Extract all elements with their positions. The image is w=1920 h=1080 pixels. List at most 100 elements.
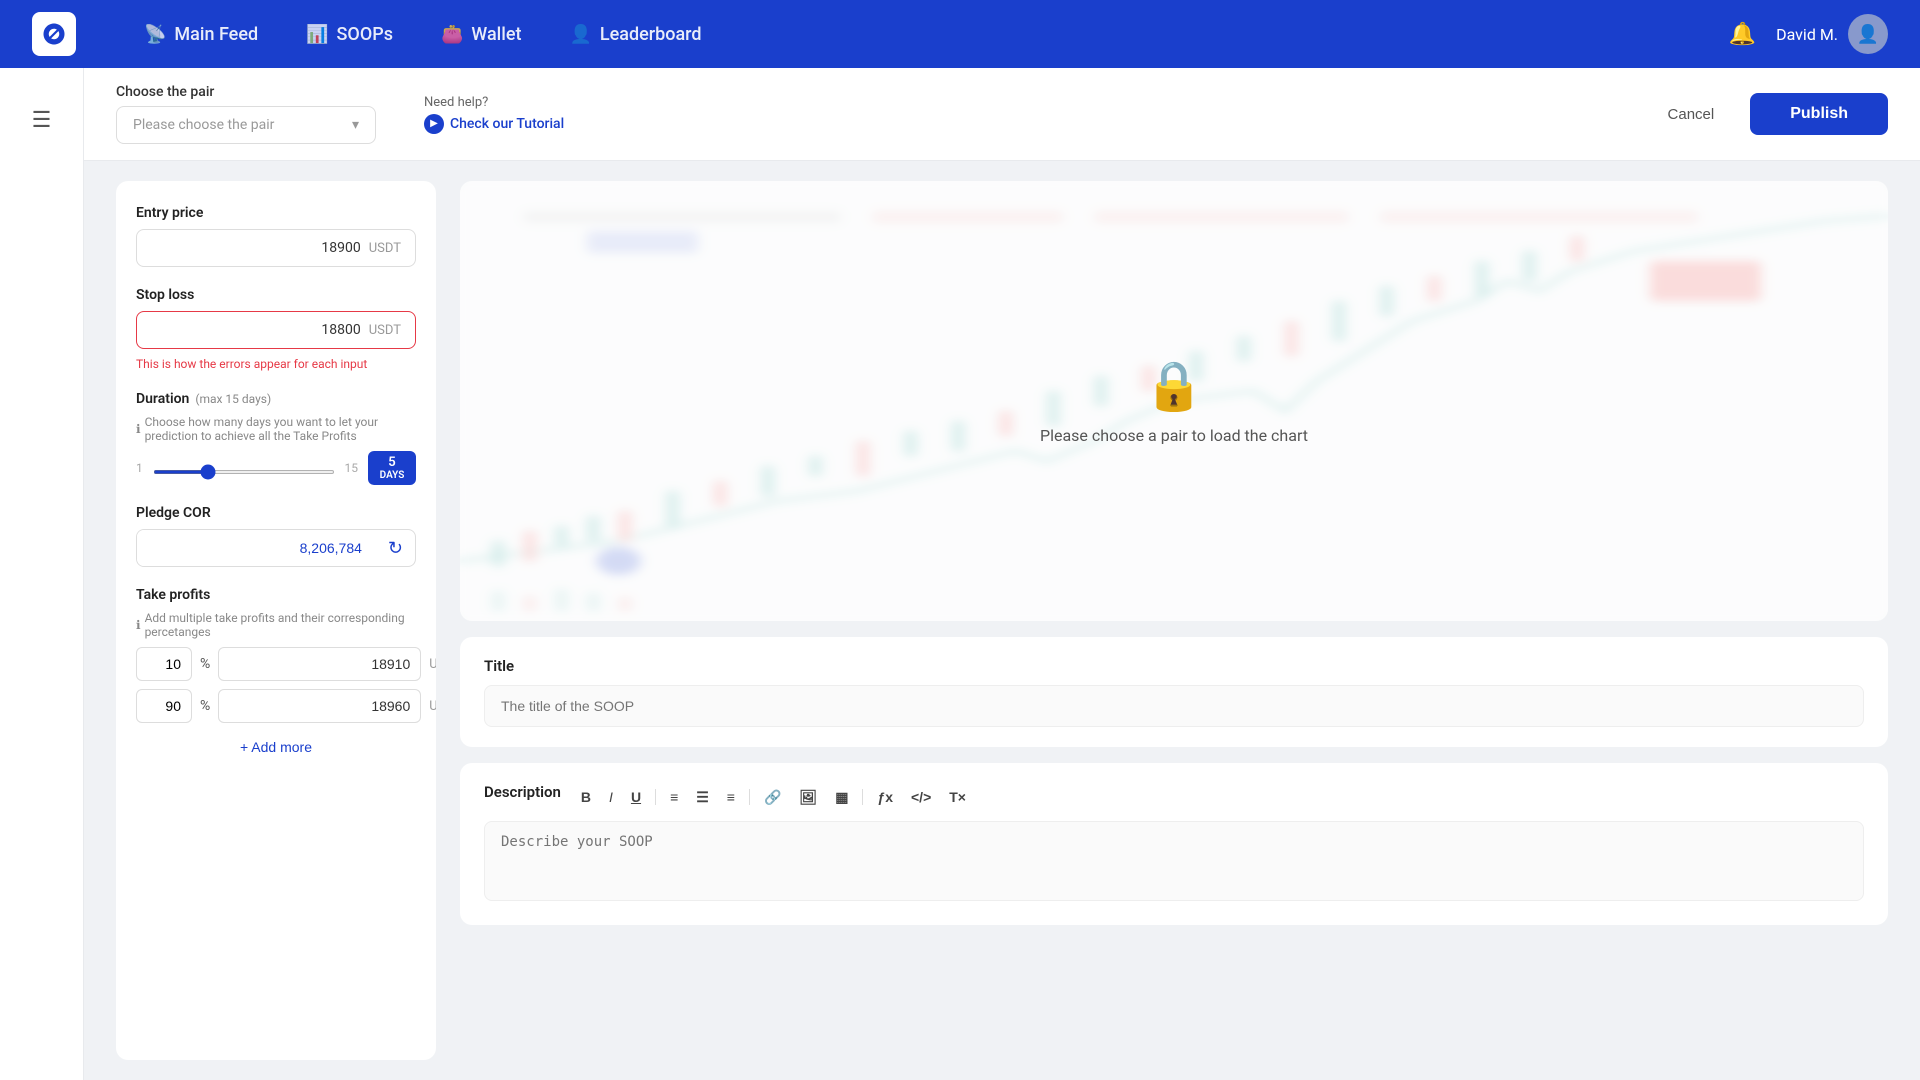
tp-percent-input-1[interactable] xyxy=(136,647,192,681)
nav-item-wallet[interactable]: 👛 Wallet xyxy=(421,16,542,53)
play-icon: ▶ xyxy=(424,114,444,134)
pledge-cor-input[interactable] xyxy=(137,530,376,566)
user-name: David M. xyxy=(1776,25,1838,44)
toolbar-italic-button[interactable]: I xyxy=(605,787,617,807)
entry-price-value: 18900 xyxy=(321,240,360,256)
entry-price-label: Entry price xyxy=(136,205,416,221)
nav-items: 📡 Main Feed 📊 SOOPs 👛 Wallet 👤 Leaderboa… xyxy=(124,16,1689,53)
entry-price-input[interactable]: 18900 USDT xyxy=(136,229,416,267)
left-panel: Entry price 18900 USDT Stop loss 18800 U… xyxy=(116,181,436,1060)
help-label: Need help? xyxy=(424,95,564,110)
nav-item-soops[interactable]: 📊 SOOPs xyxy=(286,16,413,53)
slider-max-label: 15 xyxy=(345,461,359,475)
toolbar-code-button[interactable]: </> xyxy=(907,787,935,807)
page-wrapper: Choose the pair Please choose the pair ▾… xyxy=(84,68,1920,1080)
tp-currency-1: USDT xyxy=(429,657,436,672)
toolbar-link-button[interactable]: 🔗 xyxy=(760,787,785,808)
toolbar-bold-button[interactable]: B xyxy=(577,787,595,807)
tp-percent-input-2[interactable] xyxy=(136,689,192,723)
toolbar-clear-button[interactable]: T× xyxy=(945,787,970,807)
help-section: Need help? ▶ Check our Tutorial xyxy=(424,95,564,134)
tutorial-link[interactable]: ▶ Check our Tutorial xyxy=(424,114,564,134)
pledge-refresh-button[interactable]: ↻ xyxy=(376,538,415,559)
title-section-label: Title xyxy=(484,657,1864,675)
pledge-cor-input-wrapper: ↻ xyxy=(136,529,416,567)
pair-label: Choose the pair xyxy=(116,84,376,100)
navbar-right: 🔔 David M. 👤 xyxy=(1729,14,1888,54)
user-menu[interactable]: David M. 👤 xyxy=(1776,14,1888,54)
person-icon: 👤 xyxy=(569,24,591,45)
title-input[interactable] xyxy=(484,685,1864,727)
toolbar-underline-button[interactable]: U xyxy=(627,787,645,807)
stop-loss-currency: USDT xyxy=(369,323,401,338)
entry-price-currency: USDT xyxy=(369,241,401,256)
info-icon: ℹ xyxy=(136,422,141,436)
pair-select-placeholder: Please choose the pair xyxy=(133,117,274,133)
entry-price-group: Entry price 18900 USDT xyxy=(136,205,416,267)
main-content: ☰ Choose the pair Please choose the pair… xyxy=(0,68,1920,1080)
app-logo[interactable] xyxy=(32,12,76,56)
pair-select-dropdown[interactable]: Please choose the pair ▾ xyxy=(116,106,376,144)
toolbar-justify-button[interactable]: ≡ xyxy=(723,787,739,807)
publish-button[interactable]: Publish xyxy=(1750,93,1888,135)
stop-loss-group: Stop loss 18800 USDT This is how the err… xyxy=(136,287,416,371)
nav-label-leaderboard: Leaderboard xyxy=(600,24,702,45)
duration-days-badge: 5 DAYS xyxy=(368,451,416,485)
duration-group: Duration (max 15 days) ℹ Choose how many… xyxy=(136,391,416,485)
duration-slider[interactable] xyxy=(153,470,335,474)
duration-sublabel: ℹ Choose how many days you want to let y… xyxy=(136,415,416,443)
toolbar-formula-button[interactable]: ƒx xyxy=(873,787,897,807)
toolbar-ol-button[interactable]: ≡ xyxy=(666,787,682,807)
tp-price-input-2[interactable] xyxy=(218,689,421,723)
right-panel: 🔒 Please choose a pair to load the chart… xyxy=(460,181,1888,1060)
nav-label-wallet: Wallet xyxy=(471,24,521,45)
chart-container: 🔒 Please choose a pair to load the chart xyxy=(460,181,1888,621)
notification-bell-icon[interactable]: 🔔 xyxy=(1729,22,1756,47)
info-icon-tp: ℹ xyxy=(136,618,141,632)
stop-loss-label: Stop loss xyxy=(136,287,416,303)
nav-label-soops: SOOPs xyxy=(337,24,393,45)
toolbar-table-button[interactable]: ▦ xyxy=(831,787,852,808)
duration-slider-row: 1 15 5 DAYS xyxy=(136,451,416,485)
take-profit-row-1: % USDT ✕ xyxy=(136,647,416,681)
action-buttons: Cancel Publish xyxy=(1648,93,1888,135)
sub-header: Choose the pair Please choose the pair ▾… xyxy=(84,68,1920,161)
cancel-button[interactable]: Cancel xyxy=(1648,96,1735,133)
desc-toolbar: B I U ≡ ☰ ≡ 🔗 🖼 ▦ ƒx xyxy=(577,787,970,808)
sidebar-menu-icon[interactable]: ☰ xyxy=(22,98,62,143)
navbar: 📡 Main Feed 📊 SOOPs 👛 Wallet 👤 Leaderboa… xyxy=(0,0,1920,68)
chart-lock: 🔒 Please choose a pair to load the chart xyxy=(1040,357,1308,445)
toolbar-sep-1 xyxy=(655,789,656,805)
nav-item-main-feed[interactable]: 📡 Main Feed xyxy=(124,16,278,53)
duration-label: Duration (max 15 days) xyxy=(136,391,416,407)
toolbar-ul-button[interactable]: ☰ xyxy=(692,787,713,808)
chevron-down-icon: ▾ xyxy=(352,117,359,133)
tp-percent-symbol-2: % xyxy=(200,698,210,714)
take-profit-row-2: % USDT ✕ xyxy=(136,689,416,723)
nav-item-leaderboard[interactable]: 👤 Leaderboard xyxy=(549,16,721,53)
duration-max-label: (max 15 days) xyxy=(195,392,271,406)
sidebar: ☰ xyxy=(0,68,84,1080)
desc-header: Description B I U ≡ ☰ ≡ 🔗 🖼 ▦ xyxy=(484,783,1864,811)
stop-loss-error: This is how the errors appear for each i… xyxy=(136,357,416,371)
avatar: 👤 xyxy=(1848,14,1888,54)
pair-chooser: Choose the pair Please choose the pair ▾ xyxy=(116,84,376,144)
toolbar-sep-3 xyxy=(862,789,863,805)
nav-label-main-feed: Main Feed xyxy=(174,24,258,45)
stop-loss-value: 18800 xyxy=(321,322,360,338)
tp-price-input-1[interactable] xyxy=(218,647,421,681)
toolbar-image-button[interactable]: 🖼 xyxy=(795,787,821,808)
tp-currency-2: USDT xyxy=(429,699,436,714)
wallet-icon: 👛 xyxy=(441,24,463,45)
title-section: Title xyxy=(460,637,1888,747)
take-profits-label: Take profits xyxy=(136,587,416,603)
duration-slider-wrapper xyxy=(153,459,335,478)
chart-icon: 📊 xyxy=(306,24,328,45)
desc-textarea[interactable] xyxy=(484,821,1864,901)
desc-section-label: Description xyxy=(484,783,561,801)
add-more-button[interactable]: + Add more xyxy=(136,731,416,763)
tutorial-link-text: Check our Tutorial xyxy=(450,116,564,132)
content-area: Entry price 18900 USDT Stop loss 18800 U… xyxy=(84,161,1920,1080)
stop-loss-input[interactable]: 18800 USDT xyxy=(136,311,416,349)
desc-section: Description B I U ≡ ☰ ≡ 🔗 🖼 ▦ xyxy=(460,763,1888,925)
